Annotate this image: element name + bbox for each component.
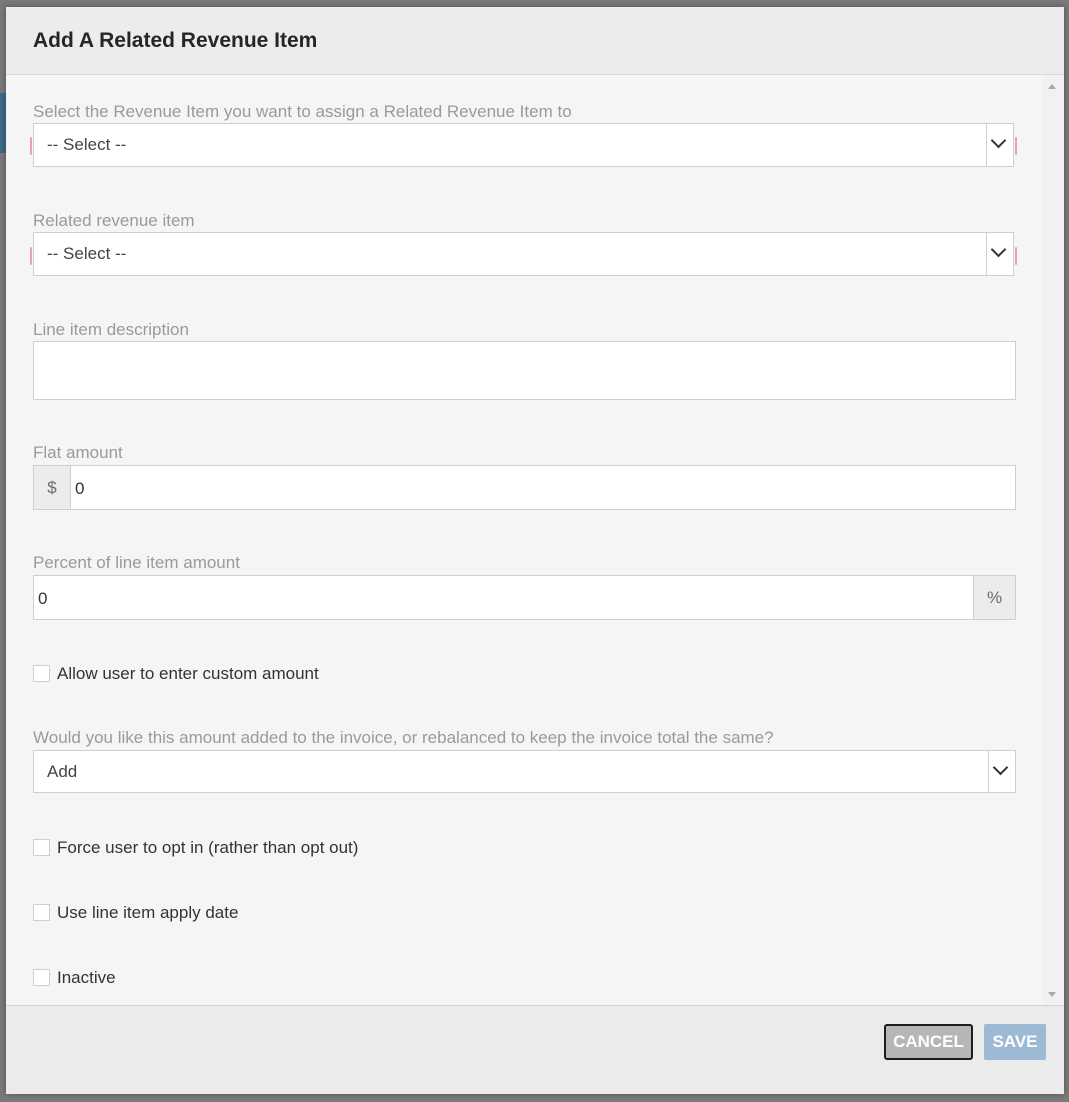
rebalance-select-value: Add <box>47 762 78 781</box>
apply-date-checkbox[interactable] <box>33 904 50 921</box>
apply-date-label[interactable]: Use line item apply date <box>57 903 238 923</box>
description-label: Line item description <box>33 320 189 339</box>
save-button[interactable]: SAVE <box>984 1024 1046 1060</box>
related-item-select-value: -- Select -- <box>47 244 127 263</box>
rebalance-select[interactable]: Add <box>33 750 1016 793</box>
chevron-down-icon <box>990 132 1007 149</box>
revenue-item-select-toggle[interactable] <box>986 124 1013 166</box>
related-item-select[interactable]: -- Select -- <box>33 232 1014 276</box>
related-item-label: Related revenue item <box>33 211 195 230</box>
scroll-up-arrow-icon[interactable] <box>1048 84 1056 89</box>
rebalance-label: Would you like this amount added to the … <box>33 728 774 747</box>
related-item-select-toggle[interactable] <box>986 233 1013 275</box>
dialog-footer: CANCEL SAVE <box>6 1005 1064 1094</box>
force-opt-in-label[interactable]: Force user to opt in (rather than opt ou… <box>57 838 358 858</box>
percent-field[interactable]: 0 % <box>33 575 1016 620</box>
revenue-item-select[interactable]: -- Select -- <box>33 123 1014 167</box>
required-indicator <box>30 137 32 155</box>
flat-amount-label: Flat amount <box>33 443 123 462</box>
chevron-down-icon <box>990 241 1007 258</box>
flat-amount-field[interactable]: $ 0 <box>33 465 1016 510</box>
required-indicator <box>30 247 32 265</box>
custom-amount-label[interactable]: Allow user to enter custom amount <box>57 664 319 684</box>
currency-addon: $ <box>34 466 71 509</box>
required-indicator <box>1015 137 1017 155</box>
dialog-scrollbar[interactable] <box>1043 75 1064 1006</box>
dialog-title: Add A Related Revenue Item <box>33 29 318 52</box>
dialog-header: Add A Related Revenue Item <box>6 7 1064 75</box>
percent-value: 0 <box>38 589 48 608</box>
cancel-button[interactable]: CANCEL <box>884 1024 973 1060</box>
flat-amount-value: 0 <box>75 479 85 498</box>
force-opt-in-checkbox[interactable] <box>33 839 50 856</box>
add-related-revenue-dialog: Add A Related Revenue Item Select the Re… <box>6 7 1064 1094</box>
rebalance-select-toggle[interactable] <box>988 751 1015 792</box>
revenue-item-select-value: -- Select -- <box>47 135 127 154</box>
required-indicator <box>1015 247 1017 265</box>
percent-addon: % <box>973 576 1015 619</box>
scroll-down-arrow-icon[interactable] <box>1048 992 1056 997</box>
percent-label: Percent of line item amount <box>33 553 240 572</box>
description-textarea[interactable] <box>33 341 1016 400</box>
revenue-item-label: Select the Revenue Item you want to assi… <box>33 102 572 121</box>
custom-amount-checkbox[interactable] <box>33 665 50 682</box>
chevron-down-icon <box>992 759 1009 776</box>
inactive-checkbox[interactable] <box>33 969 50 986</box>
dialog-body[interactable]: Select the Revenue Item you want to assi… <box>6 75 1064 1006</box>
inactive-label[interactable]: Inactive <box>57 968 116 988</box>
